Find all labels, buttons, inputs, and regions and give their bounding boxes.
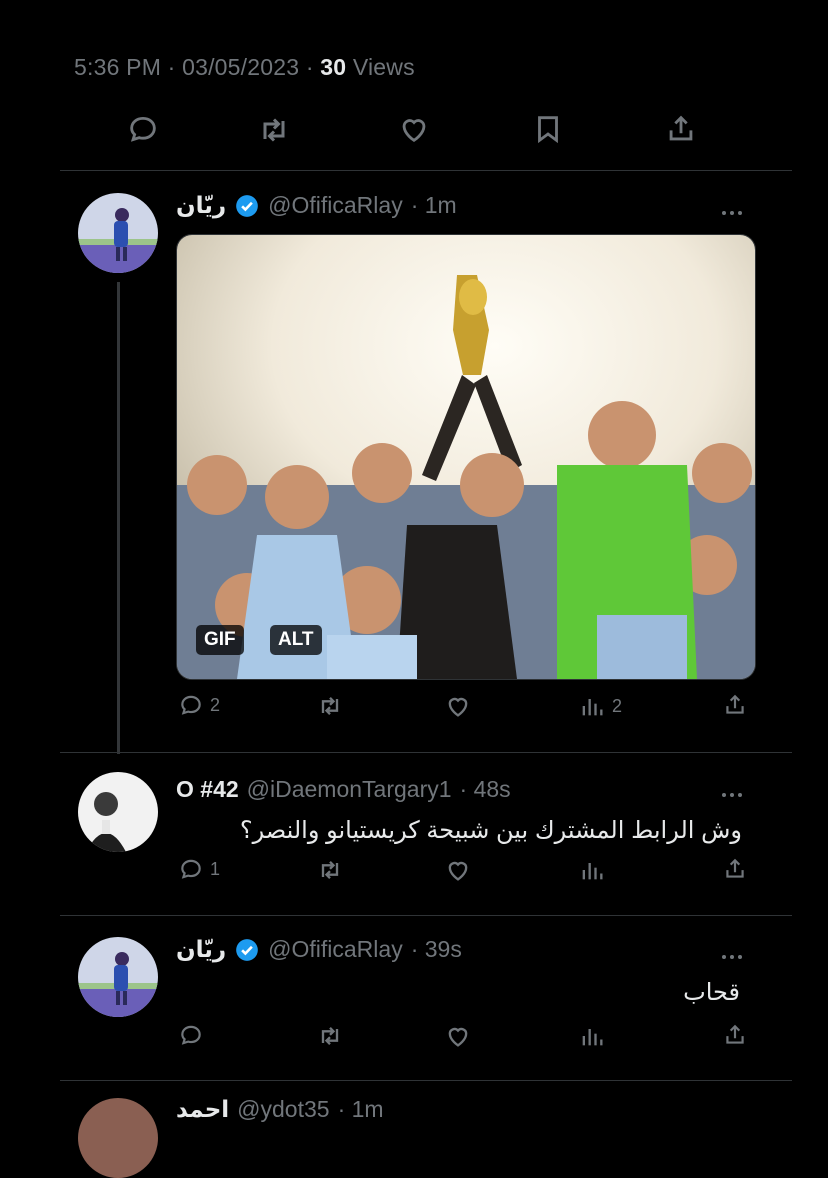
heart-icon (448, 697, 468, 717)
verified-badge-icon (236, 194, 258, 217)
repost-button[interactable] (316, 692, 344, 720)
user-handle[interactable]: @OfificaRlay (268, 192, 403, 219)
views-bar-chart-icon (582, 1029, 603, 1046)
repost-button[interactable] (316, 1022, 344, 1050)
display-name[interactable]: O #42 (176, 776, 239, 803)
avatar[interactable] (78, 1098, 158, 1178)
bookmark-icon (538, 116, 558, 144)
tweet-header: احمد @ydot35 · 1m (176, 1096, 384, 1123)
tweet-meta: 5:36 PM · 03/05/2023 · 30 Views (74, 54, 415, 81)
tweet-time: 5:36 PM (74, 54, 162, 80)
meta-separator: · (305, 54, 314, 80)
tweet-age: · 1m (410, 192, 457, 218)
tweet-action-bar (0, 1022, 828, 1062)
views-bar-chart-icon (582, 863, 603, 880)
views-label[interactable]: Views (353, 54, 415, 80)
avatar-image (78, 1098, 158, 1178)
avatar-image (78, 937, 158, 1017)
alt-text-badge[interactable]: ALT (270, 625, 322, 655)
thread-line (117, 282, 120, 754)
bookmark-button[interactable] (531, 112, 565, 146)
reply-icon (181, 859, 201, 879)
heart-icon (448, 861, 468, 881)
tweet-age: · 48s (459, 776, 511, 802)
meta-separator: · (167, 54, 176, 80)
reply-button[interactable] (178, 1022, 204, 1048)
repost-button[interactable] (256, 112, 292, 148)
reply-button[interactable] (126, 112, 160, 146)
tweet-action-bar: 1 (0, 856, 828, 896)
views-button[interactable] (578, 856, 606, 884)
share-button[interactable] (722, 1022, 748, 1048)
tweet-text: وش الرابط المشترك بين شبيحة كريستيانو وا… (239, 817, 742, 844)
reply-icon (130, 116, 156, 142)
views-bar-chart-icon (582, 699, 603, 716)
avatar[interactable] (78, 193, 158, 273)
display-name[interactable]: احمد (176, 1096, 229, 1123)
tweet-header: ريّان @OfificaRlay · 1m (176, 192, 457, 219)
share-icon (726, 1024, 744, 1044)
avatar[interactable] (78, 772, 158, 852)
tweet-date: 03/05/2023 (182, 54, 300, 80)
tweet-text: قحاب (683, 979, 740, 1006)
main-action-bar (0, 112, 828, 152)
avatar-image (78, 772, 158, 852)
reply-icon (181, 695, 201, 715)
share-icon (726, 694, 744, 714)
avatar[interactable] (78, 937, 158, 1017)
heart-icon (448, 1027, 468, 1047)
like-button[interactable] (444, 692, 472, 720)
avatar-image (78, 193, 158, 273)
tweet-media[interactable] (176, 234, 756, 680)
repost-icon (321, 861, 339, 879)
repost-button[interactable] (316, 856, 344, 884)
user-handle[interactable]: @OfificaRlay (268, 936, 403, 963)
share-button[interactable] (722, 692, 748, 718)
like-button[interactable] (444, 856, 472, 884)
reply-icon (181, 1025, 201, 1045)
share-button[interactable] (722, 856, 748, 882)
divider (60, 1080, 792, 1081)
divider (60, 915, 792, 916)
views-count: 2 (612, 695, 623, 716)
like-button[interactable] (444, 1022, 472, 1050)
display-name[interactable]: ريّان (176, 192, 226, 219)
reply-button[interactable]: 2 (178, 692, 220, 718)
views-button[interactable] (578, 1022, 606, 1050)
reply-button[interactable]: 1 (178, 856, 220, 882)
reply-count: 1 (210, 858, 221, 879)
gif-badge[interactable]: GIF (196, 625, 244, 655)
tweet-action-bar: 2 2 (0, 692, 828, 732)
share-icon (669, 115, 693, 141)
heart-icon (402, 119, 426, 143)
repost-icon (321, 1027, 339, 1045)
tweet-header: ريّان @OfificaRlay · 39s (176, 936, 462, 963)
repost-icon (263, 118, 285, 142)
more-options-button[interactable] (722, 784, 752, 797)
tweet-age: · 1m (337, 1096, 384, 1122)
divider (60, 170, 792, 171)
user-handle[interactable]: @ydot35 (237, 1096, 329, 1123)
like-button[interactable] (397, 112, 431, 146)
share-icon (726, 858, 744, 878)
divider (60, 752, 792, 753)
display-name[interactable]: ريّان (176, 936, 226, 963)
reply-count: 2 (210, 694, 221, 715)
views-button[interactable]: 2 (578, 692, 622, 720)
verified-badge-icon (236, 938, 258, 961)
views-count[interactable]: 30 (320, 54, 346, 80)
tweet-header: O #42 @iDaemonTargary1 · 48s (176, 776, 511, 803)
share-button[interactable] (664, 112, 698, 146)
more-options-button[interactable] (722, 946, 752, 959)
repost-icon (321, 697, 339, 715)
tweet-age: · 39s (410, 936, 462, 962)
more-options-button[interactable] (722, 202, 752, 215)
celebration-image (177, 235, 755, 679)
user-handle[interactable]: @iDaemonTargary1 (247, 776, 452, 803)
